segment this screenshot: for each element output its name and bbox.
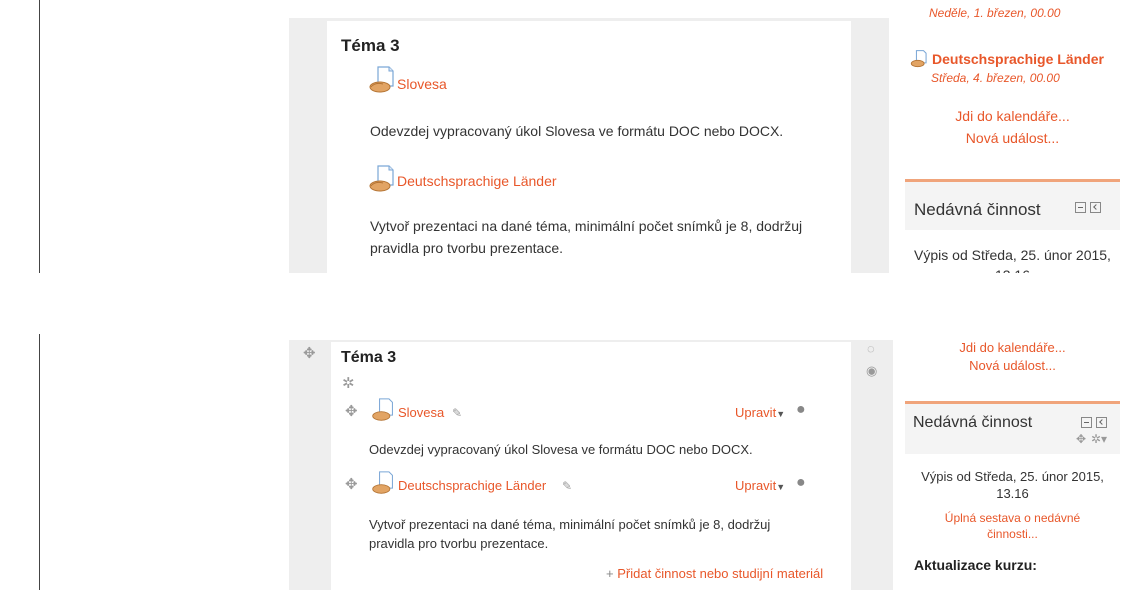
move-icon[interactable]: ✥ bbox=[303, 344, 316, 362]
activity-description-line: pravidla pro tvorbu prezentace. bbox=[370, 240, 563, 256]
right-gutter bbox=[851, 18, 889, 273]
assignment-icon bbox=[369, 165, 395, 193]
assignment-icon bbox=[371, 398, 395, 422]
assignment-icon bbox=[910, 50, 928, 68]
activity-description-line: Vytvoř prezentaci na dané téma, minimáln… bbox=[370, 218, 803, 234]
activity-description: Odevzdej vypracovaný úkol Slovesa ve for… bbox=[370, 123, 784, 139]
new-event-link[interactable]: Nová událost... bbox=[966, 130, 1059, 146]
full-report: Úplná sestava o nedávné činnosti... bbox=[905, 510, 1120, 542]
recent-activity-header: Nedávná činnost bbox=[905, 179, 1120, 230]
activity-link[interactable]: Deutschsprachige Länder bbox=[398, 478, 546, 493]
goto-calendar-link[interactable]: Jdi do kalendáře... bbox=[955, 108, 1069, 124]
recent-activity-header: Nedávná činnost ✥ ✲▾ bbox=[905, 401, 1120, 454]
activity-description-line: pravidla pro tvorbu prezentace. bbox=[369, 536, 549, 551]
caret-down-icon: ▼ bbox=[776, 482, 786, 492]
section-title: Téma 3 bbox=[341, 349, 397, 366]
edit-menu-label: Upravit bbox=[735, 405, 777, 420]
activity-link[interactable]: Slovesa bbox=[397, 76, 447, 92]
activity-link[interactable]: Slovesa bbox=[398, 405, 444, 420]
full-report-link[interactable]: činnosti... bbox=[987, 527, 1038, 541]
gear-icon[interactable]: ✲▾ bbox=[1091, 432, 1107, 446]
gear-icon[interactable]: ✲ bbox=[342, 374, 355, 392]
activity-description: Odevzdej vypracovaný úkol Slovesa ve for… bbox=[369, 442, 753, 457]
top-screenshot: Téma 3 Slovesa Odevzdej vypracovaný úkol… bbox=[0, 0, 1130, 273]
caret-down-icon: ▼ bbox=[776, 409, 786, 419]
bottom-screenshot: ✥ Téma 3 ✲ ◌ ◉ ✥ Slovesa ✎ Upravit▼ ● Od… bbox=[0, 334, 1130, 590]
section-title: Téma 3 bbox=[341, 36, 400, 55]
block-title: Nedávná činnost bbox=[914, 200, 1041, 219]
left-gutter bbox=[289, 340, 331, 590]
event-date: Středa, 4. březen, 00.00 bbox=[931, 71, 1060, 85]
move-icon[interactable]: ✥ bbox=[345, 475, 358, 493]
new-event-link[interactable]: Nová událost... bbox=[969, 358, 1056, 373]
recent-since-line: Výpis od Středa, 25. únor 2015, bbox=[914, 247, 1111, 263]
top-gutter bbox=[289, 340, 893, 342]
activity-link[interactable]: Deutschsprachige Länder bbox=[397, 173, 557, 189]
calendar-links: Jdi do kalendáře... Nová událost... bbox=[905, 105, 1120, 149]
activity-description-line: Vytvoř prezentaci na dané téma, minimáln… bbox=[369, 517, 771, 532]
edit-menu[interactable]: Upravit▼ bbox=[735, 405, 785, 420]
recent-since-line: 13.16 bbox=[905, 265, 1120, 273]
plus-icon: + bbox=[606, 566, 614, 581]
collapse-icon[interactable] bbox=[1081, 414, 1092, 432]
user-icon[interactable]: ● bbox=[796, 401, 806, 419]
course-updates-heading: Aktualizace kurzu: bbox=[914, 557, 1037, 573]
recent-since-line: 13.16 bbox=[996, 486, 1029, 501]
user-icon[interactable]: ● bbox=[796, 474, 806, 492]
assignment-icon bbox=[369, 66, 395, 94]
lightbulb-icon[interactable]: ◌ bbox=[867, 341, 875, 356]
pencil-icon[interactable]: ✎ bbox=[452, 406, 462, 420]
full-report-link[interactable]: Úplná sestava o nedávné bbox=[945, 511, 1080, 525]
edit-menu[interactable]: Upravit▼ bbox=[735, 478, 785, 493]
pencil-icon[interactable]: ✎ bbox=[562, 479, 572, 493]
collapse-icon[interactable] bbox=[1075, 199, 1086, 217]
block-title: Nedávná činnost bbox=[913, 414, 1033, 431]
dock-icon[interactable] bbox=[1096, 414, 1107, 432]
left-gutter bbox=[289, 18, 327, 273]
move-icon[interactable]: ✥ bbox=[1076, 432, 1086, 446]
assignment-icon bbox=[371, 471, 395, 495]
upcoming-event[interactable]: Deutschsprachige Länder Středa, 4. březe… bbox=[910, 48, 1120, 88]
event-date-partial: Neděle, 1. březen, 00.00 bbox=[929, 6, 1061, 20]
add-activity-link[interactable]: + Přidat činnost nebo studijní materiál bbox=[606, 566, 823, 581]
add-activity-label: Přidat činnost nebo studijní materiál bbox=[617, 566, 824, 581]
calendar-links: Jdi do kalendáře... Nová událost... bbox=[905, 339, 1120, 375]
dock-icon[interactable] bbox=[1090, 199, 1101, 217]
recent-since-line: Výpis od Středa, 25. únor 2015, bbox=[921, 469, 1104, 484]
move-icon[interactable]: ✥ bbox=[345, 402, 358, 420]
goto-calendar-link[interactable]: Jdi do kalendáře... bbox=[959, 340, 1065, 355]
eye-icon[interactable]: ◉ bbox=[866, 363, 877, 379]
event-title-link[interactable]: Deutschsprachige Länder bbox=[932, 51, 1104, 67]
recent-since: Výpis od Středa, 25. únor 2015, 13.16 bbox=[905, 468, 1120, 502]
recent-since: Výpis od Středa, 25. únor 2015, 13.16 bbox=[905, 245, 1120, 273]
edit-menu-label: Upravit bbox=[735, 478, 777, 493]
top-gutter bbox=[289, 18, 889, 21]
